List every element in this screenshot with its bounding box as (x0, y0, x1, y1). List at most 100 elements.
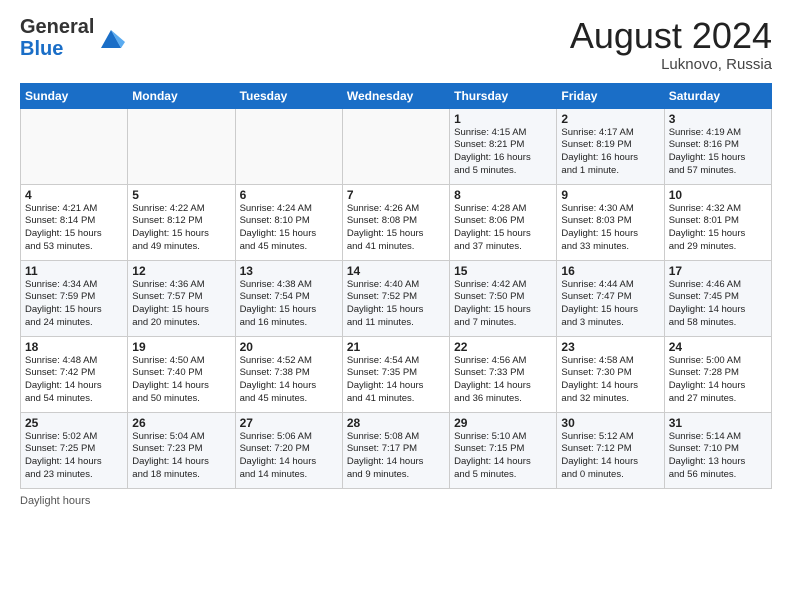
day-number: 17 (669, 264, 767, 278)
cell-text: Daylight: 15 hours (561, 304, 659, 317)
cell-text: and 5 minutes. (454, 165, 552, 178)
cell-text: Sunrise: 5:14 AM (669, 431, 767, 444)
day-number: 25 (25, 416, 123, 430)
cell-text: and 54 minutes. (25, 393, 123, 406)
calendar-cell: 17Sunrise: 4:46 AMSunset: 7:45 PMDayligh… (664, 260, 771, 336)
cell-text: Sunrise: 5:00 AM (669, 355, 767, 368)
calendar-table: SundayMondayTuesdayWednesdayThursdayFrid… (20, 83, 772, 489)
cell-text: Daylight: 15 hours (240, 228, 338, 241)
calendar-week-row: 25Sunrise: 5:02 AMSunset: 7:25 PMDayligh… (21, 412, 772, 488)
day-number: 8 (454, 188, 552, 202)
cell-text: Daylight: 14 hours (25, 380, 123, 393)
dow-header: Tuesday (235, 83, 342, 108)
cell-text: Sunrise: 5:04 AM (132, 431, 230, 444)
header: General Blue August 2024 Luknovo, Russia (20, 16, 772, 73)
cell-text: and 45 minutes. (240, 393, 338, 406)
cell-text: Sunrise: 4:24 AM (240, 203, 338, 216)
day-number: 10 (669, 188, 767, 202)
cell-text: Daylight: 15 hours (669, 152, 767, 165)
cell-text: Daylight: 15 hours (561, 228, 659, 241)
cell-text: Daylight: 14 hours (347, 456, 445, 469)
cell-text: Sunset: 8:01 PM (669, 215, 767, 228)
cell-text: Sunrise: 4:21 AM (25, 203, 123, 216)
dow-header: Wednesday (342, 83, 449, 108)
cell-text: and 7 minutes. (454, 317, 552, 330)
day-number: 9 (561, 188, 659, 202)
cell-text: Sunrise: 4:32 AM (669, 203, 767, 216)
cell-text: Daylight: 14 hours (25, 456, 123, 469)
cell-text: Sunset: 7:10 PM (669, 443, 767, 456)
cell-text: Sunset: 8:19 PM (561, 139, 659, 152)
cell-text: and 24 minutes. (25, 317, 123, 330)
calendar-cell: 6Sunrise: 4:24 AMSunset: 8:10 PMDaylight… (235, 184, 342, 260)
cell-text: Sunset: 8:10 PM (240, 215, 338, 228)
month-title: August 2024 (570, 16, 772, 56)
day-number: 3 (669, 112, 767, 126)
cell-text: Sunset: 7:52 PM (347, 291, 445, 304)
cell-text: Sunset: 8:12 PM (132, 215, 230, 228)
cell-text: Sunset: 7:45 PM (669, 291, 767, 304)
cell-text: and 56 minutes. (669, 469, 767, 482)
page: General Blue August 2024 Luknovo, Russia… (0, 0, 792, 519)
cell-text: Sunset: 7:42 PM (25, 367, 123, 380)
calendar-cell: 27Sunrise: 5:06 AMSunset: 7:20 PMDayligh… (235, 412, 342, 488)
cell-text: Sunrise: 4:52 AM (240, 355, 338, 368)
calendar-cell: 21Sunrise: 4:54 AMSunset: 7:35 PMDayligh… (342, 336, 449, 412)
cell-text: Sunrise: 4:46 AM (669, 279, 767, 292)
location: Luknovo, Russia (570, 56, 772, 73)
cell-text: Sunrise: 5:12 AM (561, 431, 659, 444)
cell-text: Sunset: 7:59 PM (25, 291, 123, 304)
days-of-week-row: SundayMondayTuesdayWednesdayThursdayFrid… (21, 83, 772, 108)
cell-text: Sunrise: 4:28 AM (454, 203, 552, 216)
cell-text: and 16 minutes. (240, 317, 338, 330)
day-number: 21 (347, 340, 445, 354)
day-number: 5 (132, 188, 230, 202)
cell-text: Daylight: 16 hours (561, 152, 659, 165)
cell-text: and 18 minutes. (132, 469, 230, 482)
cell-text: Sunrise: 4:40 AM (347, 279, 445, 292)
footer: Daylight hours (20, 495, 772, 507)
cell-text: Sunset: 7:17 PM (347, 443, 445, 456)
calendar-cell: 18Sunrise: 4:48 AMSunset: 7:42 PMDayligh… (21, 336, 128, 412)
cell-text: Sunset: 8:03 PM (561, 215, 659, 228)
calendar-cell: 14Sunrise: 4:40 AMSunset: 7:52 PMDayligh… (342, 260, 449, 336)
cell-text: Sunrise: 4:50 AM (132, 355, 230, 368)
cell-text: Sunrise: 4:36 AM (132, 279, 230, 292)
calendar-cell: 4Sunrise: 4:21 AMSunset: 8:14 PMDaylight… (21, 184, 128, 260)
cell-text: and 0 minutes. (561, 469, 659, 482)
day-number: 13 (240, 264, 338, 278)
cell-text: Sunset: 7:20 PM (240, 443, 338, 456)
day-number: 27 (240, 416, 338, 430)
calendar-cell (235, 108, 342, 184)
cell-text: Sunset: 7:15 PM (454, 443, 552, 456)
cell-text: Daylight: 14 hours (132, 380, 230, 393)
cell-text: Sunset: 7:47 PM (561, 291, 659, 304)
day-number: 7 (347, 188, 445, 202)
calendar-cell (21, 108, 128, 184)
calendar-cell: 7Sunrise: 4:26 AMSunset: 8:08 PMDaylight… (342, 184, 449, 260)
day-number: 18 (25, 340, 123, 354)
cell-text: Sunset: 7:38 PM (240, 367, 338, 380)
dow-header: Sunday (21, 83, 128, 108)
cell-text: and 41 minutes. (347, 393, 445, 406)
cell-text: Daylight: 13 hours (669, 456, 767, 469)
calendar-cell (342, 108, 449, 184)
calendar-week-row: 18Sunrise: 4:48 AMSunset: 7:42 PMDayligh… (21, 336, 772, 412)
logo-general: General Blue (20, 16, 94, 60)
cell-text: Sunset: 7:57 PM (132, 291, 230, 304)
calendar-cell: 1Sunrise: 4:15 AMSunset: 8:21 PMDaylight… (450, 108, 557, 184)
cell-text: and 36 minutes. (454, 393, 552, 406)
cell-text: Sunrise: 4:48 AM (25, 355, 123, 368)
cell-text: and 49 minutes. (132, 241, 230, 254)
cell-text: Daylight: 15 hours (454, 228, 552, 241)
cell-text: Daylight: 15 hours (347, 228, 445, 241)
cell-text: Daylight: 14 hours (240, 380, 338, 393)
day-number: 31 (669, 416, 767, 430)
calendar-cell: 3Sunrise: 4:19 AMSunset: 8:16 PMDaylight… (664, 108, 771, 184)
cell-text: Daylight: 14 hours (669, 380, 767, 393)
cell-text: Sunrise: 5:08 AM (347, 431, 445, 444)
cell-text: Sunrise: 4:26 AM (347, 203, 445, 216)
calendar-cell: 23Sunrise: 4:58 AMSunset: 7:30 PMDayligh… (557, 336, 664, 412)
cell-text: Sunrise: 4:30 AM (561, 203, 659, 216)
dow-header: Thursday (450, 83, 557, 108)
